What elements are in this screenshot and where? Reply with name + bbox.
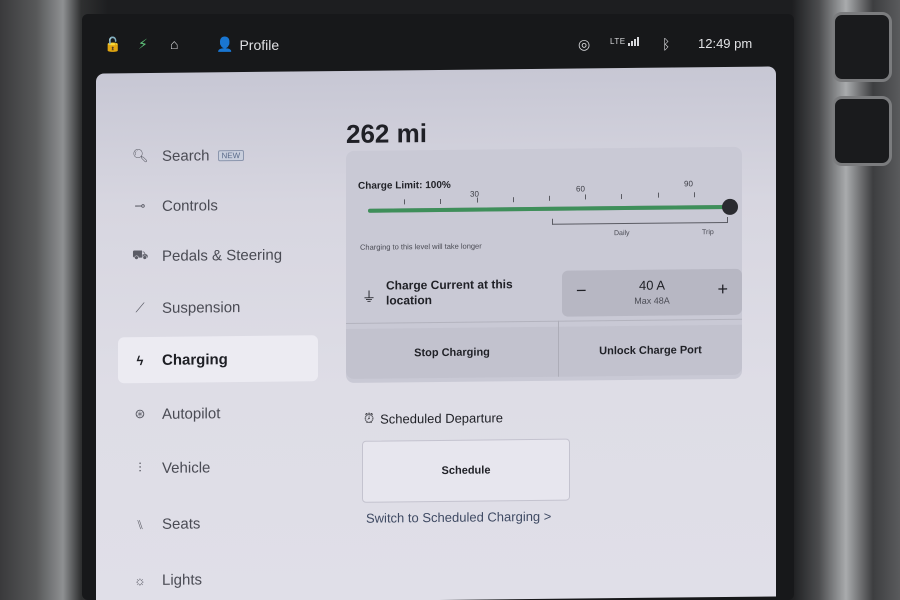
seat-icon: ⑊ xyxy=(136,516,144,532)
sidebar-item-controls[interactable]: ⊸ Controls xyxy=(118,181,318,229)
sidebar-item-label: Lights xyxy=(162,570,203,589)
cell-signal: LTE xyxy=(610,36,639,46)
trip-label: Trip xyxy=(702,229,714,237)
search-icon: 🔍︎ xyxy=(132,148,149,164)
daily-label: Daily xyxy=(614,229,630,238)
toggle-icon: ⊸ xyxy=(134,198,146,214)
profile-button[interactable]: 👤 Profile xyxy=(216,36,279,53)
slider-tick xyxy=(404,199,405,205)
unlock-charge-port-button[interactable]: Unlock Charge Port xyxy=(559,324,742,377)
wrench-icon: ⟋ xyxy=(135,300,145,316)
schedule-button[interactable]: Schedule xyxy=(362,438,570,503)
person-icon: 👤 xyxy=(216,36,234,52)
status-bar: 🔓 ⚡ ⌂ 👤 Profile ◎ LTE ᛒ 12:49 pm xyxy=(90,18,780,70)
light-icon: ☼ xyxy=(134,572,146,588)
sliders-icon: ⫶ xyxy=(138,460,142,476)
slider-tick xyxy=(440,198,441,204)
slider-handle[interactable] xyxy=(722,198,738,216)
increase-current-button[interactable]: + xyxy=(717,279,728,300)
plug-icon: ⏚ xyxy=(362,288,376,305)
charge-current-label: Charge Current at this location xyxy=(386,277,513,308)
sidebar-item-label: Charging xyxy=(162,350,228,369)
bolt-icon: ϟ xyxy=(136,352,144,368)
charge-current-stepper: − 40 A Max 48A + xyxy=(562,268,742,317)
car-icon: ⛟ xyxy=(132,247,149,263)
sidebar-item-autopilot[interactable]: ⊛ Autopilot xyxy=(118,389,318,437)
charging-content: 262 mi Charge Limit: 100% 30 60 90 Daily… xyxy=(344,67,764,600)
tick-label: 90 xyxy=(684,179,693,189)
steering-wheel-icon: ⊛ xyxy=(134,406,146,422)
slider-tick xyxy=(694,192,695,198)
settings-panel: 🔍︎ Search NEW ⊸ Controls ⛟ Pedals & Stee… xyxy=(96,66,776,600)
sidebar-item-search[interactable]: 🔍︎ Search NEW xyxy=(118,131,318,179)
camera-icon[interactable]: ◎ xyxy=(578,36,590,53)
charge-note: Charging to this level will take longer xyxy=(360,241,482,252)
charge-limit-slider[interactable] xyxy=(368,198,738,216)
sidebar: 🔍︎ Search NEW ⊸ Controls ⛟ Pedals & Stee… xyxy=(96,71,326,600)
scheduled-departure-heading: ⏰︎ Scheduled Departure xyxy=(364,409,503,426)
signal-bars-icon xyxy=(627,36,639,46)
charge-limit-label: Charge Limit: 100% xyxy=(358,179,451,192)
sidebar-item-charging[interactable]: ϟ Charging xyxy=(118,335,318,384)
sidebar-item-lights[interactable]: ☼ Lights xyxy=(118,555,318,600)
slider-tick xyxy=(549,195,550,201)
air-vent xyxy=(832,12,892,82)
sidebar-item-label: Controls xyxy=(162,196,218,215)
sidebar-item-label: Autopilot xyxy=(162,404,221,423)
range-display: 262 mi xyxy=(346,118,427,149)
bluetooth-icon[interactable]: ᛒ xyxy=(662,36,670,52)
charging-bolt-icon: ⚡ xyxy=(138,36,148,52)
sidebar-item-vehicle[interactable]: ⫶ Vehicle xyxy=(118,443,318,491)
profile-label: Profile xyxy=(239,36,280,53)
sidebar-item-pedals-steering[interactable]: ⛟ Pedals & Steering xyxy=(118,231,318,279)
new-badge: NEW xyxy=(217,149,245,161)
air-vent xyxy=(832,96,892,166)
sidebar-item-label: Vehicle xyxy=(162,458,211,477)
home-icon[interactable]: ⌂ xyxy=(170,36,178,52)
sidebar-item-label: Search xyxy=(162,146,210,165)
time-label: 12:49 pm xyxy=(698,36,753,51)
charge-current-value: 40 A xyxy=(638,277,666,293)
switch-to-scheduled-charging-link[interactable]: Switch to Scheduled Charging > xyxy=(366,509,551,526)
lock-icon[interactable]: 🔓 xyxy=(104,36,121,53)
charge-card: Charge Limit: 100% 30 60 90 Daily Trip C… xyxy=(346,146,742,383)
charge-current-row: ⏚ Charge Current at this location − 40 A… xyxy=(356,265,742,321)
daily-trip-bracket xyxy=(552,216,728,225)
sidebar-item-seats[interactable]: ⑊ Seats xyxy=(118,499,318,547)
tick-label: 60 xyxy=(576,184,585,194)
slider-tick xyxy=(513,197,514,203)
slider-tick xyxy=(477,197,478,203)
sidebar-item-label: Pedals & Steering xyxy=(162,246,283,265)
scheduled-departure-label: Scheduled Departure xyxy=(380,409,503,427)
alarm-clock-icon: ⏰︎ xyxy=(364,410,375,426)
slider-fill xyxy=(368,204,730,213)
clock-time: 12:49 pm xyxy=(698,36,752,51)
lte-label: LTE xyxy=(610,36,626,46)
charge-current-max: Max 48A xyxy=(634,295,670,306)
sidebar-item-suspension[interactable]: ⟋ Suspension xyxy=(118,283,318,331)
stop-charging-button[interactable]: Stop Charging xyxy=(346,326,558,379)
slider-tick xyxy=(585,194,586,200)
sidebar-item-label: Suspension xyxy=(162,298,241,317)
slider-tick xyxy=(621,194,622,200)
sidebar-item-label: Seats xyxy=(162,514,201,533)
slider-tick xyxy=(658,192,659,198)
